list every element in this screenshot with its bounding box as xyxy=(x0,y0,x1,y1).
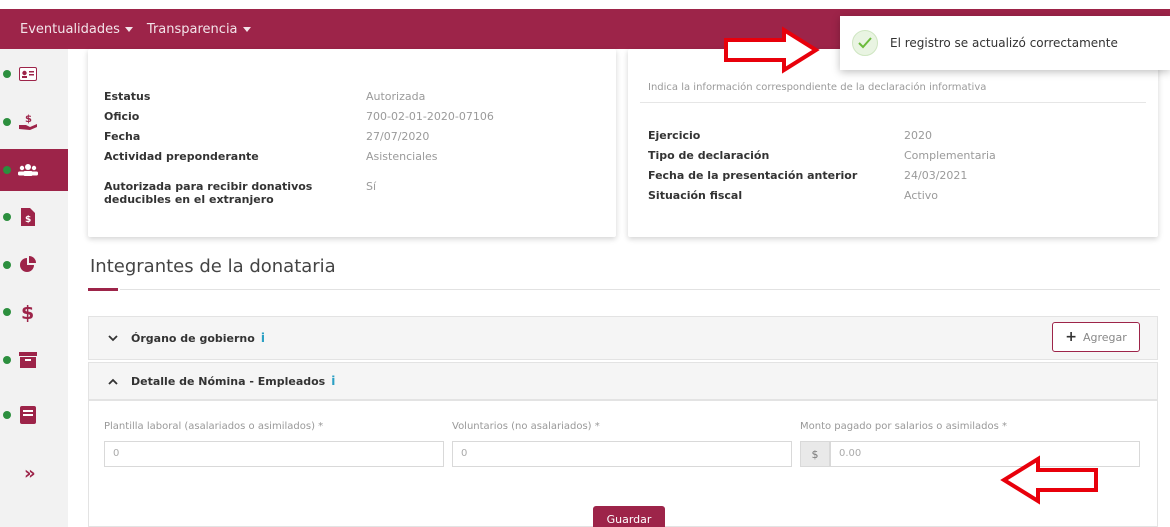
double-chevron-right-icon: » xyxy=(24,462,36,484)
add-button-label: Agregar xyxy=(1082,330,1127,344)
nav-eventualidades[interactable]: Eventualidades xyxy=(20,22,133,37)
users-group-icon xyxy=(18,160,38,180)
accordion-title: Detalle de Nómina - Empleados xyxy=(131,374,326,388)
declaration-hint: Indica la información correspondiente de… xyxy=(648,82,987,93)
status-dot xyxy=(3,411,11,419)
divider xyxy=(640,102,1146,103)
value-estatus: Autorizada xyxy=(366,90,426,103)
sidebar-item-finance[interactable]: $ xyxy=(0,291,68,333)
nav-transparencia-label: Transparencia xyxy=(146,21,238,37)
value-situacion-fiscal: Activo xyxy=(904,189,938,202)
value-oficio: 700-02-01-2020-07106 xyxy=(366,110,494,123)
caret-down-icon xyxy=(242,26,251,32)
field-label-voluntarios: Voluntarios (no asalariados) * xyxy=(452,421,600,432)
pie-chart-icon xyxy=(18,255,38,275)
label-fecha: Fecha xyxy=(104,130,141,143)
value-tipo-declaracion: Complementaria xyxy=(904,149,996,162)
label-ejercicio: Ejercicio xyxy=(648,129,701,142)
status-dot xyxy=(3,70,11,78)
value-fecha-anterior: 24/03/2021 xyxy=(904,169,968,182)
sidebar-item-records[interactable] xyxy=(0,394,68,436)
value-fecha: 27/07/2020 xyxy=(366,130,430,143)
dollar-sign-icon: $ xyxy=(18,302,38,322)
chevron-up-icon xyxy=(107,375,119,388)
authorization-card xyxy=(88,49,616,237)
caret-down-icon xyxy=(124,26,133,32)
sidebar-item-profile[interactable] xyxy=(0,53,68,95)
annotation-arrow-left-icon xyxy=(1000,455,1098,505)
sidebar-item-members[interactable] xyxy=(0,149,68,191)
value-donativos-extranjero: Sí xyxy=(366,180,377,193)
donation-hand-icon: $ xyxy=(18,112,38,132)
archive-box-icon xyxy=(18,350,38,370)
check-circle-icon xyxy=(852,30,878,56)
field-label-plantilla: Plantilla laboral (asalariados o asimila… xyxy=(104,421,324,432)
svg-text:$: $ xyxy=(21,302,34,322)
label-donativos-extranjero: Autorizada para recibir donativos deduci… xyxy=(104,180,313,206)
document-dollar-icon: $ xyxy=(18,207,38,227)
label-estatus: Estatus xyxy=(104,90,151,103)
status-dot xyxy=(3,166,11,174)
plantilla-input[interactable]: 0 xyxy=(104,441,444,467)
value-ejercicio: 2020 xyxy=(904,129,932,142)
sidebar: $ $ $ » xyxy=(0,49,68,527)
accordion-detalle-nomina[interactable]: Detalle de Nómina - Empleados i xyxy=(88,362,1158,400)
sidebar-item-donations[interactable]: $ xyxy=(0,101,68,143)
sidebar-item-documents[interactable]: $ xyxy=(0,196,68,238)
declaration-card xyxy=(628,49,1158,237)
info-icon[interactable]: i xyxy=(261,331,265,345)
label-fecha-anterior: Fecha de la presentación anterior xyxy=(648,169,858,182)
currency-prefix: $ xyxy=(800,441,830,467)
status-dot xyxy=(3,308,11,316)
sidebar-item-archive[interactable] xyxy=(0,339,68,381)
status-dot xyxy=(3,118,11,126)
plus-icon: + xyxy=(1065,329,1077,345)
sidebar-expand[interactable]: » xyxy=(0,452,68,494)
nav-transparencia[interactable]: Transparencia xyxy=(147,22,251,37)
info-icon[interactable]: i xyxy=(331,374,335,388)
accordion-organo-gobierno[interactable]: Órgano de gobierno i xyxy=(88,316,1158,360)
sidebar-item-reports[interactable] xyxy=(0,244,68,286)
section-title: Integrantes de la donataria xyxy=(90,256,336,277)
svg-text:$: $ xyxy=(25,215,31,225)
book-icon xyxy=(18,405,38,425)
value-actividad: Asistenciales xyxy=(366,150,438,163)
label-situacion-fiscal: Situación fiscal xyxy=(648,189,743,202)
label-oficio: Oficio xyxy=(104,110,140,123)
accordion-title: Órgano de gobierno xyxy=(131,331,255,345)
field-label-monto: Monto pagado por salarios o asimilados * xyxy=(800,421,1007,432)
svg-text:$: $ xyxy=(25,114,32,125)
add-button[interactable]: + Agregar xyxy=(1052,322,1140,352)
section-divider xyxy=(120,289,1160,290)
save-button[interactable]: Guardar xyxy=(593,506,665,527)
toast-message: El registro se actualizó correctamente xyxy=(890,36,1118,50)
nav-eventualidades-label: Eventualidades xyxy=(20,21,120,37)
success-toast: El registro se actualizó correctamente xyxy=(840,16,1170,70)
status-dot xyxy=(3,213,11,221)
label-tipo-declaracion: Tipo de declaración xyxy=(648,149,770,162)
status-dot xyxy=(3,356,11,364)
voluntarios-input[interactable]: 0 xyxy=(452,441,792,467)
status-dot xyxy=(3,261,11,269)
chevron-down-icon xyxy=(107,332,119,345)
label-actividad: Actividad preponderante xyxy=(104,150,259,163)
section-underline xyxy=(88,288,118,291)
id-card-icon xyxy=(18,64,38,84)
top-nav-menu: Eventualidades Transparencia xyxy=(20,9,251,49)
annotation-arrow-right-icon xyxy=(724,26,820,74)
